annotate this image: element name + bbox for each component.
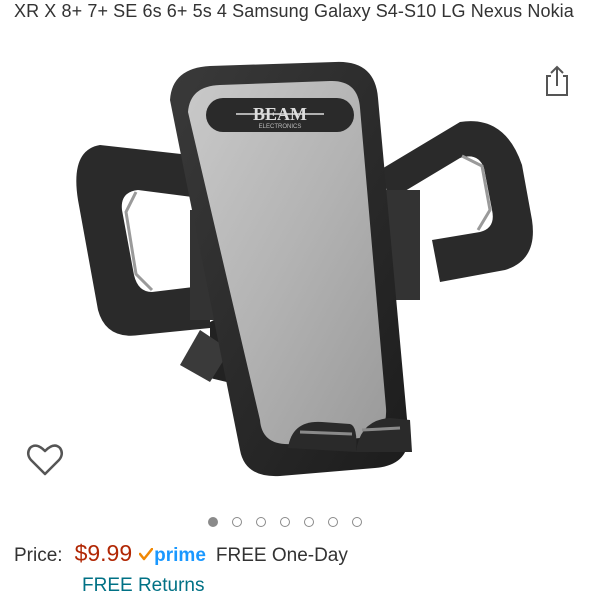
- heart-outline-icon: [27, 444, 63, 476]
- carousel-dot-4[interactable]: [280, 517, 290, 527]
- carousel-dot-1[interactable]: [208, 517, 218, 527]
- product-title: XR X 8+ 7+ SE 6s 6+ 5s 4 Samsung Galaxy …: [14, 1, 574, 21]
- prime-check-icon: [139, 548, 154, 561]
- free-returns-link[interactable]: FREE Returns: [82, 575, 204, 597]
- carousel-dot-7[interactable]: [352, 517, 362, 527]
- brand-logo-subtext: ELECTRONICS: [259, 124, 302, 130]
- image-carousel-dots: [208, 514, 362, 530]
- share-button[interactable]: [541, 64, 573, 98]
- car-vent-phone-mount-image: BEAM ELECTRONICS: [76, 61, 533, 477]
- share-icon: [546, 65, 568, 96]
- prime-badge: prime: [139, 545, 206, 567]
- price-label: Price:: [14, 545, 63, 566]
- product-detail-screen: XR X 8+ 7+ SE 6s 6+ 5s 4 Samsung Galaxy …: [0, 0, 600, 600]
- wishlist-button[interactable]: [26, 442, 64, 478]
- prime-text: prime: [154, 545, 206, 566]
- carousel-dot-3[interactable]: [256, 517, 266, 527]
- price-row: Price: $9.99 prime FREE One-Day: [14, 540, 348, 570]
- delivery-text: FREE One-Day: [215, 545, 348, 566]
- product-image[interactable]: BEAM ELECTRONICS: [60, 60, 540, 500]
- carousel-dot-6[interactable]: [328, 517, 338, 527]
- price-value: $9.99: [74, 540, 133, 566]
- carousel-dot-5[interactable]: [304, 517, 314, 527]
- carousel-dot-2[interactable]: [232, 517, 242, 527]
